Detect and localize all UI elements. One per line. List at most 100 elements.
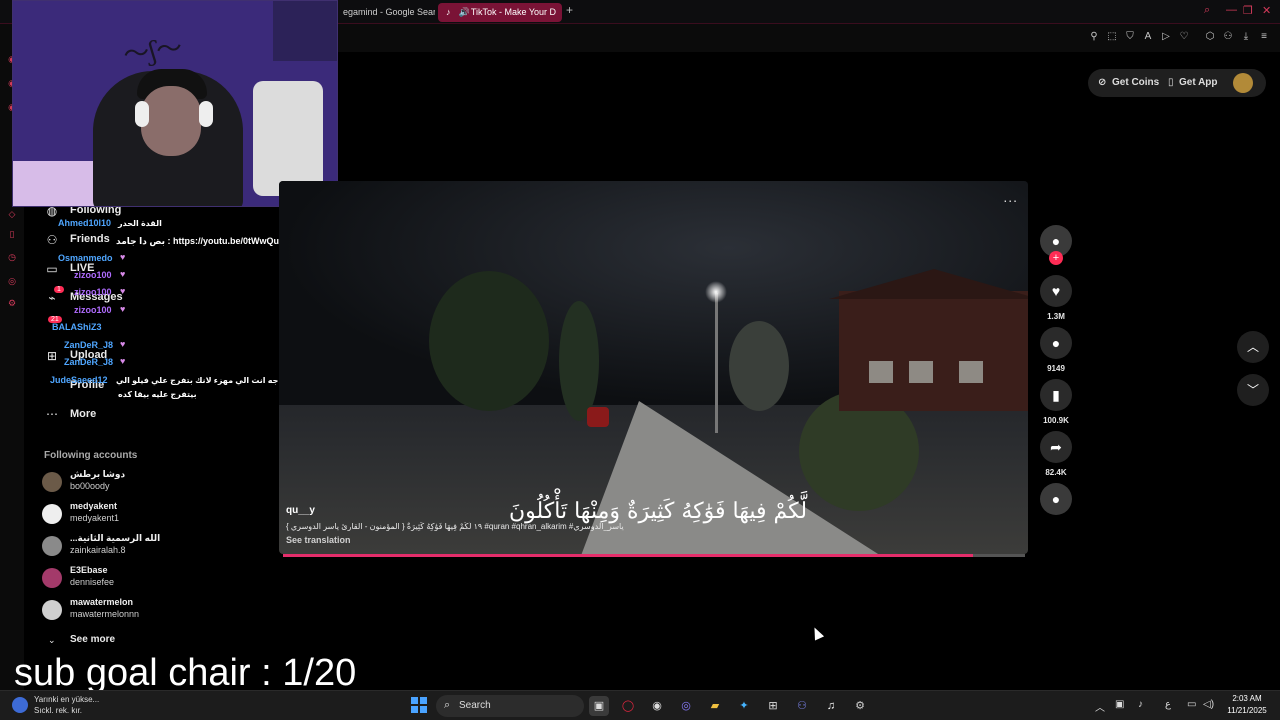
account-name: ...الله الرسمية الثانية bbox=[70, 533, 161, 543]
chat-user: zizoo100 bbox=[74, 305, 112, 315]
tray-app-icon[interactable]: ▣ bbox=[1115, 699, 1124, 710]
messages-badge: 1 bbox=[54, 286, 64, 293]
discord-like-icon[interactable]: ◎ bbox=[676, 696, 696, 716]
comment-icon[interactable]: ● bbox=[1040, 327, 1072, 359]
chat-user: Ahmed10l10 bbox=[58, 218, 112, 228]
chat-user: JudeSaeed12 bbox=[50, 375, 108, 385]
follow-plus-icon[interactable]: + bbox=[1049, 251, 1063, 265]
language-indicator[interactable]: ع bbox=[1165, 699, 1171, 710]
extensions-icon[interactable]: ⬡ bbox=[1203, 30, 1217, 44]
video-more-icon[interactable]: ... bbox=[1003, 189, 1018, 205]
share-icon[interactable]: ➦ bbox=[1040, 431, 1072, 463]
weather-line-1: Yarınki en yükse... bbox=[34, 695, 100, 704]
live-icon: ▭ bbox=[46, 262, 58, 276]
get-app-button[interactable]: Get App bbox=[1179, 77, 1218, 88]
coins-icon: ⊘ bbox=[1098, 77, 1107, 88]
video-username[interactable]: qu__y bbox=[286, 505, 315, 516]
tab-tiktok[interactable]: ♪ 🔊 TikTok - Make Your D bbox=[438, 3, 562, 22]
bookmark-icon[interactable]: ▮ bbox=[1040, 379, 1072, 411]
teams-icon[interactable]: ⚇ bbox=[792, 696, 812, 716]
progress-fill bbox=[283, 554, 974, 557]
task-view-icon[interactable]: ▣ bbox=[589, 696, 609, 716]
pinboard-icon[interactable]: ◇ bbox=[6, 209, 18, 221]
like-icon[interactable]: ♥ bbox=[1040, 275, 1072, 307]
windows-taskbar: Yarınki en yükse... Sıckl. rek. kır. ⌕ S… bbox=[0, 690, 1280, 720]
account-icon[interactable]: ⚇ bbox=[1221, 30, 1235, 44]
new-tab-button[interactable]: + bbox=[566, 3, 573, 17]
opera-gx-icon[interactable]: ◯ bbox=[618, 696, 638, 716]
avatar bbox=[42, 536, 62, 556]
obs-icon[interactable]: ◉ bbox=[647, 696, 667, 716]
tab-google-search[interactable]: egamind - Google Sear bbox=[335, 3, 435, 22]
messages-icon: ⌁ bbox=[48, 291, 56, 305]
account-name: medyakent bbox=[70, 501, 118, 511]
heart-emote-icon: ♥ bbox=[120, 269, 126, 279]
video-progress-bar[interactable] bbox=[283, 554, 1025, 557]
maximize-icon[interactable]: ❐ bbox=[1243, 4, 1253, 17]
chat-message: بيتفرج عليه بيقا كده bbox=[118, 390, 197, 399]
heart-emote-icon: ♥ bbox=[120, 304, 126, 314]
account-item[interactable]: mawatermelon mawatermelonnn bbox=[42, 597, 182, 625]
download-icon[interactable]: ⤓ bbox=[1239, 30, 1253, 44]
video-player[interactable]: ... لَّكُمْ فِيهَا فَوَٰكِهُ كَثِيرَةٌ و… bbox=[279, 181, 1028, 554]
store-icon[interactable]: ⊞ bbox=[763, 696, 783, 716]
chevron-down-icon: ⌄ bbox=[48, 635, 56, 645]
close-icon[interactable]: ✕ bbox=[1262, 4, 1271, 17]
menu-icon[interactable]: ≡ bbox=[1257, 30, 1271, 44]
minimize-icon[interactable]: — bbox=[1226, 4, 1237, 16]
pin-icon[interactable]: ⚲ bbox=[1087, 30, 1101, 44]
taskbar-search[interactable]: ⌕ Search bbox=[436, 695, 584, 717]
shield-icon[interactable]: ⛉ bbox=[1123, 30, 1137, 44]
settings-app-icon[interactable]: ⚙ bbox=[850, 696, 870, 716]
account-item[interactable]: medyakent medyakent1 bbox=[42, 501, 182, 529]
search-tabs-icon[interactable]: ⌕ bbox=[1204, 4, 1210, 17]
heart-icon[interactable]: ♡ bbox=[1177, 30, 1191, 44]
copilot-icon[interactable]: ✦ bbox=[734, 696, 754, 716]
play-icon[interactable]: ▷ bbox=[1159, 30, 1173, 44]
volume-icon[interactable]: ◁) bbox=[1203, 699, 1214, 710]
music-icon[interactable]: ♫ bbox=[821, 696, 841, 716]
account-item[interactable]: ...الله الرسمية الثانية zainkairalah.8 bbox=[42, 533, 182, 561]
settings-icon[interactable]: ⚙ bbox=[6, 298, 18, 310]
mouse-cursor bbox=[809, 625, 825, 641]
sound-avatar[interactable]: ● bbox=[1040, 483, 1072, 515]
video-caption: { المؤمنون - القارئ ياسر الدوسري } ١٩ لَ… bbox=[286, 522, 624, 531]
tab-tiktok-label: TikTok - Make Your D bbox=[470, 7, 557, 17]
see-more-button[interactable]: See more bbox=[70, 634, 115, 645]
snapshot-icon[interactable]: ⬚ bbox=[1105, 30, 1119, 44]
sub-goal-overlay: sub goal chair : 1/20 bbox=[14, 652, 357, 694]
heart-emote-icon: ♥ bbox=[120, 356, 126, 366]
see-translation-link[interactable]: See translation bbox=[286, 535, 351, 545]
nav-more[interactable]: More bbox=[70, 408, 96, 420]
chat-user: Osmanmedo bbox=[58, 253, 113, 263]
heart-emote-icon: ♥ bbox=[120, 339, 126, 349]
chat-message: القدة الحدر bbox=[118, 219, 162, 228]
search-label: Search bbox=[459, 700, 491, 711]
account-item[interactable]: E3Ebase dennisefee bbox=[42, 565, 182, 593]
previous-video-icon[interactable]: ︿ bbox=[1237, 331, 1269, 363]
microphone-icon[interactable]: ♪ bbox=[1138, 699, 1143, 710]
next-video-icon[interactable]: ﹀ bbox=[1237, 374, 1269, 406]
clock-time[interactable]: 2:03 AM bbox=[1222, 694, 1272, 703]
profile-avatar[interactable] bbox=[1233, 73, 1253, 93]
tray-overflow-icon[interactable]: ︿ bbox=[1095, 699, 1105, 714]
nav-friends[interactable]: Friends bbox=[70, 233, 110, 245]
player-icon[interactable]: ◎ bbox=[6, 276, 18, 288]
windows-start-icon[interactable] bbox=[411, 697, 427, 713]
account-name: mawatermelon bbox=[70, 597, 134, 607]
bookmarks-icon[interactable]: ▯ bbox=[6, 229, 18, 241]
file-explorer-icon[interactable]: ▰ bbox=[705, 696, 725, 716]
clock-date[interactable]: 11/21/2025 bbox=[1222, 706, 1272, 715]
chat-message: بص دا جامد : https://youtu.be/0tWwQu5hit… bbox=[116, 236, 302, 246]
chat-user: zizoo100 bbox=[74, 287, 112, 297]
weather-widget[interactable]: Yarınki en yükse... Sıckl. rek. kır. bbox=[34, 694, 99, 716]
account-item[interactable]: دوشا برطش bo00oody bbox=[42, 469, 182, 497]
get-coins-button[interactable]: Get Coins bbox=[1112, 77, 1159, 88]
comment-count: 9149 bbox=[1047, 364, 1065, 373]
account-handle: dennisefee bbox=[70, 577, 115, 587]
network-icon[interactable]: ▭ bbox=[1187, 699, 1196, 710]
translate-icon[interactable]: A bbox=[1141, 30, 1155, 44]
history-icon[interactable]: ◷ bbox=[6, 252, 18, 264]
weather-icon[interactable] bbox=[12, 697, 28, 713]
speaker-icon[interactable]: 🔊 bbox=[459, 3, 470, 22]
